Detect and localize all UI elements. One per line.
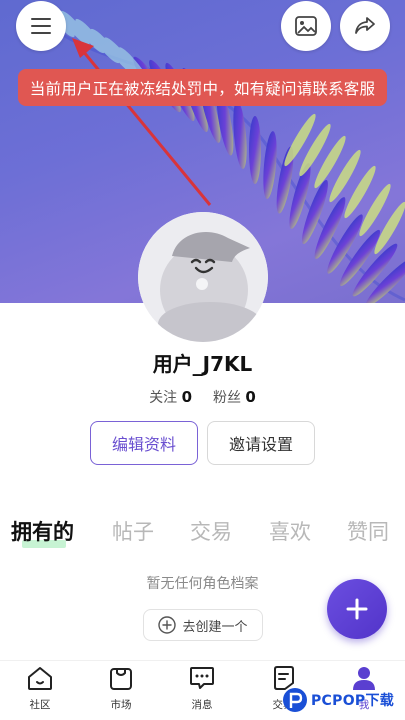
nav-item-market[interactable]: 市场 xyxy=(91,665,151,712)
tab-likes[interactable]: 喜欢 xyxy=(269,516,311,546)
watermark: PCPOP下载 xyxy=(281,686,405,720)
tab-trades[interactable]: 交易 xyxy=(190,516,232,546)
followers-count[interactable]: 0 xyxy=(245,388,255,406)
freeze-notice-toast: 当前用户正在被冻结处罚中，如有疑问请联系客服 xyxy=(18,69,387,106)
tab-posts[interactable]: 帖子 xyxy=(112,516,154,546)
nav-label-community: 社区 xyxy=(29,699,51,711)
follow-stats: 关注 0 粉丝 0 xyxy=(0,387,405,407)
following-label[interactable]: 关注 xyxy=(149,390,177,406)
nav-item-community[interactable]: 社区 xyxy=(10,665,70,712)
plus-icon xyxy=(346,598,368,620)
followers-label[interactable]: 粉丝 xyxy=(213,390,241,406)
nav-label-market: 市场 xyxy=(110,699,132,711)
content-tabs: 拥有的 帖子 交易 喜欢 赞同 xyxy=(0,516,405,550)
image-icon xyxy=(295,16,317,36)
username: 用户_J7KL xyxy=(152,352,253,376)
share-button[interactable] xyxy=(340,1,390,51)
edit-profile-button[interactable]: 编辑资料 xyxy=(90,421,198,465)
tab-owned[interactable]: 拥有的 xyxy=(11,516,74,546)
share-icon xyxy=(355,17,375,34)
nav-label-messages: 消息 xyxy=(191,699,213,711)
tab-approvals[interactable]: 赞同 xyxy=(347,516,389,546)
plus-circle-icon xyxy=(158,616,177,634)
create-character-button[interactable]: 去创建一个 xyxy=(143,609,263,641)
add-fab-button[interactable] xyxy=(327,579,387,639)
shop-bag-icon xyxy=(110,668,132,690)
change-cover-button[interactable] xyxy=(281,1,331,51)
watermark-logo-icon xyxy=(283,688,307,712)
following-count[interactable]: 0 xyxy=(182,388,192,406)
invite-settings-button[interactable]: 邀请设置 xyxy=(207,421,315,465)
message-icon xyxy=(190,667,214,689)
avatar[interactable] xyxy=(138,212,268,342)
menu-button[interactable] xyxy=(16,1,66,51)
home-icon xyxy=(28,667,52,690)
nav-item-messages[interactable]: 消息 xyxy=(172,665,232,712)
hamburger-icon xyxy=(31,18,51,34)
toast-text: 当前用户正在被冻结处罚中，如有疑问请联系客服 xyxy=(29,79,376,98)
avatar-ghost-icon xyxy=(138,212,268,342)
create-label: 去创建一个 xyxy=(182,619,248,635)
watermark-text: PCPOP下载 xyxy=(311,693,395,709)
